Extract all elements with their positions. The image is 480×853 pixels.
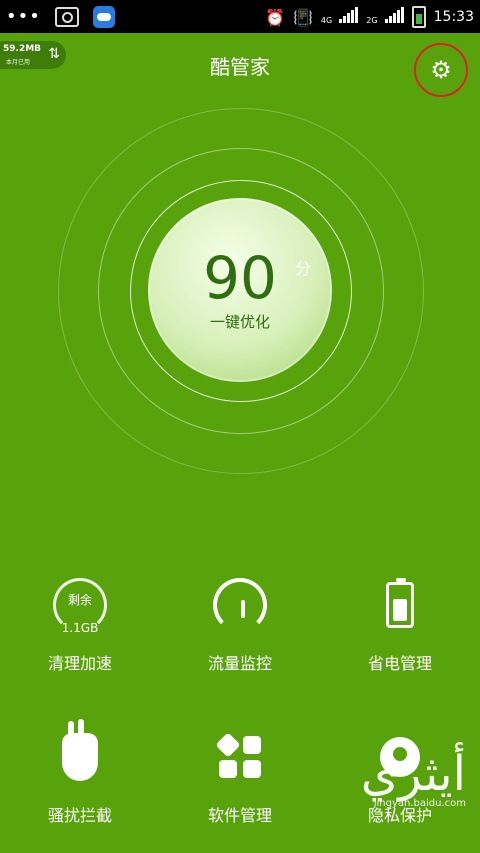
apps-grid-icon [215,732,263,780]
tile-label: 省电管理 [367,654,432,673]
watermark-site: jingyan.baidu.com [373,798,466,809]
tile-software-management[interactable]: 软件管理 [160,722,320,826]
status-bar: ••• ⏰ 📳 4G 2G 15:33 [0,0,480,33]
memory-gauge: 剩余 1.1GB [0,570,160,640]
memory-gauge-top: 剩余 [67,593,92,607]
watermark: أيثري jingyan.baidu.com [361,750,466,809]
signal-2g: 2G [366,7,404,27]
status-bar-left: ••• [6,6,115,28]
tile-traffic-monitor[interactable]: 流量监控 [160,570,320,674]
hand-stop-icon [62,719,98,781]
signal-bars-icon [384,7,404,23]
settings-button[interactable]: ⚙ [414,43,468,97]
optimize-label: 一键优化 [209,312,270,331]
battery-icon [386,578,414,628]
tile-harassment-block[interactable]: 骚扰拦截 [0,719,160,826]
app-title: 酷管家 [210,55,270,79]
feature-grid: 剩余 1.1GB 清理加速 流量监控 省电管理 骚扰拦截 软件管理 隐私保护 [0,570,480,853]
health-score: 90 [203,243,277,312]
memory-gauge-bottom: 1.1GB [61,621,99,635]
battery-icon [411,6,426,28]
tile-label: 软件管理 [207,806,272,825]
optimize-button[interactable]: 90 一键优化 [148,198,332,382]
vibrate-icon: 📳 [292,7,313,27]
memory-gauge-icon: 剩余 1.1GB [53,578,107,635]
camera-icon [54,7,79,27]
app-header: 59.2MB 本月已用 ⇅ 酷管家 ⚙ [0,33,480,97]
cloud-icon [92,6,115,28]
watermark-logo: أيثري [360,746,466,802]
settings-highlight-circle [414,43,468,97]
alarm-icon: ⏰ [265,7,285,27]
tile-label: 骚扰拦截 [47,806,112,825]
tile-label: 流量监控 [207,654,272,673]
more-dots-icon: ••• [6,6,41,27]
tile-power-saving[interactable]: 省电管理 [320,570,480,674]
signal-bars-icon [339,7,359,23]
tile-clean-accelerate[interactable]: 剩余 1.1GB 清理加速 [0,570,160,674]
tile-label: 清理加速 [47,654,112,673]
status-bar-right: ⏰ 📳 4G 2G 15:33 [265,6,474,28]
signal-4g: 4G [321,7,359,27]
status-time: 15:33 [433,9,474,25]
score-unit: 分 [295,259,312,278]
speedometer-icon [213,578,267,632]
